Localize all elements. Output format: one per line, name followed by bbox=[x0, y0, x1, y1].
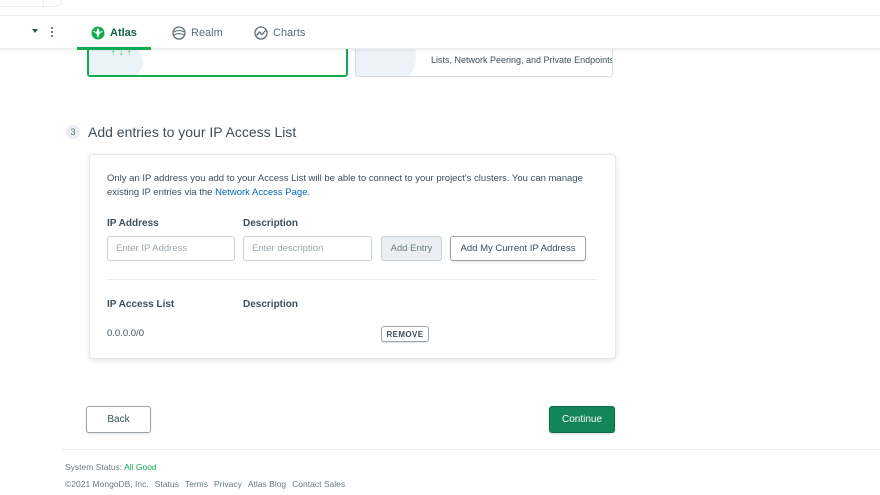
tab-label: Atlas bbox=[110, 27, 137, 39]
add-current-ip-button[interactable]: Add My Current IP Address bbox=[450, 236, 586, 261]
divider bbox=[107, 279, 597, 280]
tab-label: Realm bbox=[191, 27, 223, 39]
chevron-down-icon[interactable] bbox=[32, 29, 38, 33]
add-entry-button[interactable]: Add Entry bbox=[381, 236, 442, 261]
footer-link-status[interactable]: Status bbox=[155, 479, 179, 489]
ip-address-input[interactable] bbox=[107, 236, 235, 261]
network-access-page-link[interactable]: Network Access Page bbox=[215, 187, 307, 198]
ip-access-list-header: IP Access List bbox=[107, 299, 175, 310]
copyright: ©2021 MongoDB, Inc. bbox=[65, 479, 149, 489]
description-label: Description bbox=[243, 218, 299, 229]
footer-divider bbox=[62, 449, 880, 450]
footer-links: ©2021 MongoDB, Inc. Status Terms Privacy… bbox=[65, 479, 345, 489]
product-nav: Atlas Realm Charts bbox=[0, 17, 880, 50]
ip-address-label: IP Address bbox=[107, 218, 159, 229]
system-status: System Status: All Good bbox=[65, 462, 157, 472]
realm-icon bbox=[172, 26, 186, 40]
continue-button[interactable]: Continue bbox=[549, 406, 615, 433]
step-heading: 3 Add entries to your IP Access List bbox=[66, 124, 296, 140]
kebab-menu-icon[interactable] bbox=[51, 27, 54, 39]
table-row-ip: 0.0.0.0/0 bbox=[107, 328, 144, 339]
top-tab-stub-divider bbox=[0, 0, 44, 7]
atlas-leaf-icon bbox=[91, 26, 105, 40]
top-strip bbox=[0, 0, 880, 16]
description-text: Only an IP address you add to your Acces… bbox=[107, 173, 583, 198]
footer-link-terms[interactable]: Terms bbox=[185, 479, 208, 489]
description-input[interactable] bbox=[243, 236, 372, 261]
list-description-header: Description bbox=[243, 299, 299, 310]
charts-icon bbox=[254, 26, 268, 40]
tab-realm[interactable]: Realm bbox=[172, 17, 223, 49]
back-button[interactable]: Back bbox=[86, 406, 151, 433]
footer-link-atlas-blog[interactable]: Atlas Blog bbox=[248, 479, 286, 489]
ip-access-list-panel: Only an IP address you add to your Acces… bbox=[89, 154, 616, 359]
status-label: System Status: bbox=[65, 462, 125, 472]
description-end: . bbox=[307, 187, 311, 198]
remove-entry-button[interactable]: REMOVE bbox=[381, 326, 429, 342]
panel-description: Only an IP address you add to your Acces… bbox=[107, 172, 602, 200]
tab-label: Charts bbox=[273, 27, 306, 39]
footer-link-privacy[interactable]: Privacy bbox=[214, 479, 242, 489]
tab-charts[interactable]: Charts bbox=[254, 17, 305, 49]
card-text: Lists, Network Peering, and Private Endp… bbox=[431, 55, 613, 65]
status-value-link[interactable]: All Good bbox=[124, 462, 157, 472]
step-title: Add entries to your IP Access List bbox=[88, 124, 297, 140]
step-number-badge: 3 bbox=[66, 125, 80, 139]
tab-atlas[interactable]: Atlas bbox=[77, 17, 151, 50]
footer-link-contact-sales[interactable]: Contact Sales bbox=[292, 479, 345, 489]
